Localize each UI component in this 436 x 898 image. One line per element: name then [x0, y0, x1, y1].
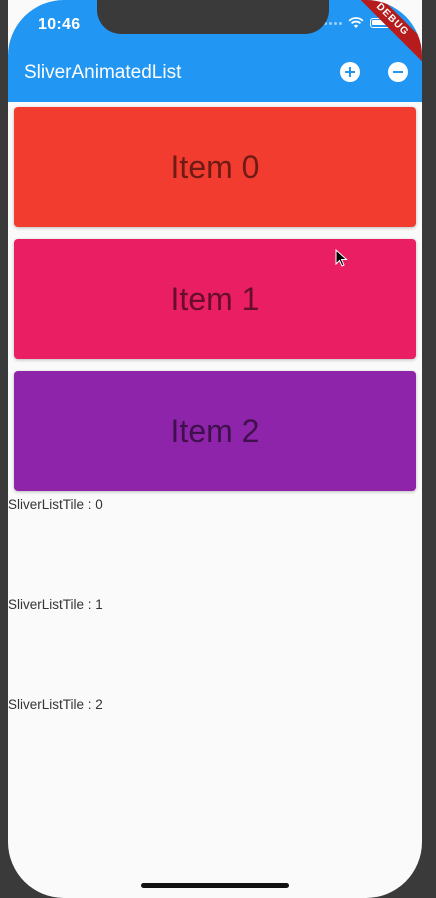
- card-item-0[interactable]: Item 0: [14, 107, 416, 227]
- remove-item-button[interactable]: [388, 62, 408, 82]
- status-time: 10:46: [38, 16, 81, 33]
- mouse-pointer-icon: [335, 249, 348, 267]
- card-item-label: Item 1: [170, 280, 260, 317]
- signal-icon: [324, 21, 342, 25]
- home-indicator[interactable]: [141, 883, 289, 888]
- add-item-button[interactable]: [340, 62, 360, 82]
- sliver-list-tile-1: SliverListTile : 1: [8, 597, 103, 612]
- wifi-icon: [348, 17, 364, 28]
- card-item-2[interactable]: Item 2: [14, 371, 416, 491]
- sliver-list-tile-0: SliverListTile : 0: [8, 497, 103, 512]
- device-notch: [97, 0, 329, 34]
- app-screen: Item 0 Item 1 Item 2 SliverListTile : 0 …: [8, 0, 422, 898]
- card-item-label: Item 2: [170, 412, 260, 449]
- sliver-list-tile-2: SliverListTile : 2: [8, 697, 103, 712]
- app-bar-actions: [340, 62, 408, 82]
- card-item-label: Item 0: [170, 148, 260, 185]
- card-item-1[interactable]: Item 1: [14, 239, 416, 359]
- device-frame: Item 0 Item 1 Item 2 SliverListTile : 0 …: [0, 0, 436, 898]
- page-title: SliverAnimatedList: [24, 62, 182, 83]
